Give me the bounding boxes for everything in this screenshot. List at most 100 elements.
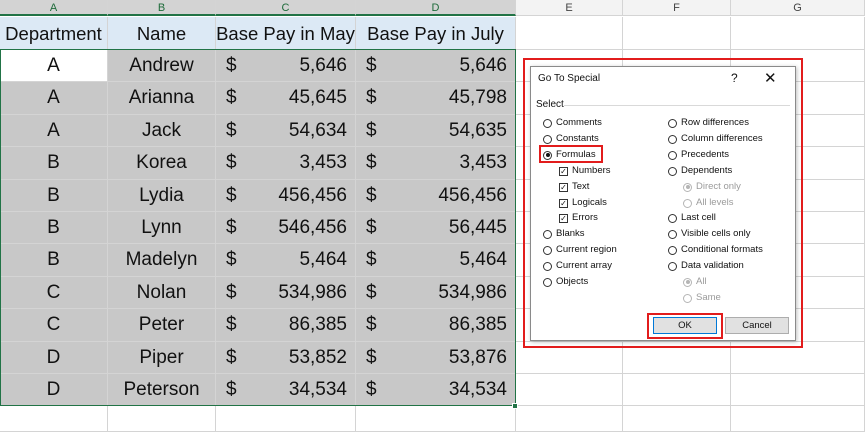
option-last-cell[interactable]: Last cell: [668, 211, 716, 225]
base-pay-may-cell[interactable]: $5,646: [216, 50, 356, 83]
name-cell[interactable]: Korea: [108, 147, 216, 180]
base-pay-may-cell[interactable]: $456,456: [216, 179, 356, 212]
column-header-c[interactable]: C: [216, 0, 356, 16]
column-header-b[interactable]: B: [108, 0, 216, 16]
department-cell[interactable]: B: [0, 147, 108, 180]
option-logicals[interactable]: ✓ Logicals: [559, 196, 607, 210]
checkbox-checked-icon[interactable]: ✓: [559, 198, 568, 208]
name-cell[interactable]: Andrew: [108, 50, 216, 83]
name-cell[interactable]: Lynn: [108, 212, 216, 245]
option-constants[interactable]: Constants: [543, 132, 599, 146]
base-pay-may-cell[interactable]: $54,634: [216, 114, 356, 148]
radio-icon[interactable]: [543, 245, 552, 255]
base-pay-may-cell[interactable]: $45,645: [216, 82, 356, 115]
radio-icon[interactable]: [668, 134, 677, 144]
department-cell[interactable]: A: [0, 50, 108, 83]
name-cell[interactable]: Arianna: [108, 82, 216, 115]
base-pay-may-cell[interactable]: $5,464: [216, 244, 356, 277]
empty-cell[interactable]: [623, 374, 731, 407]
empty-cell[interactable]: [623, 17, 731, 50]
option-text[interactable]: ✓ Text: [559, 180, 589, 194]
ok-button[interactable]: OK: [653, 317, 717, 334]
option-column-differences[interactable]: Column differences: [668, 132, 763, 146]
department-cell[interactable]: C: [0, 309, 108, 342]
radio-icon[interactable]: [668, 166, 677, 176]
base-pay-july-cell[interactable]: $456,456: [356, 179, 516, 212]
option-data-validation[interactable]: Data validation: [668, 259, 744, 273]
checkbox-checked-icon[interactable]: ✓: [559, 182, 568, 192]
department-cell[interactable]: D: [0, 374, 108, 407]
empty-cell[interactable]: [623, 406, 731, 432]
option-blanks[interactable]: Blanks: [543, 227, 585, 241]
checkbox-checked-icon[interactable]: ✓: [559, 213, 568, 223]
empty-cell[interactable]: [731, 406, 865, 432]
option-precedents[interactable]: Precedents: [668, 148, 729, 162]
empty-cell[interactable]: [356, 406, 516, 432]
base-pay-july-cell[interactable]: $34,534: [356, 374, 516, 407]
base-pay-july-cell[interactable]: $5,464: [356, 244, 516, 277]
base-pay-may-cell[interactable]: $53,852: [216, 341, 356, 374]
department-cell[interactable]: C: [0, 276, 108, 310]
option-current-region[interactable]: Current region: [543, 243, 617, 257]
option-objects[interactable]: Objects: [543, 275, 588, 289]
radio-icon[interactable]: [543, 277, 552, 287]
empty-cell[interactable]: [0, 406, 108, 432]
header-name[interactable]: Name: [108, 17, 216, 50]
base-pay-july-cell[interactable]: $534,986: [356, 276, 516, 310]
base-pay-july-cell[interactable]: $5,646: [356, 50, 516, 83]
name-cell[interactable]: Peterson: [108, 374, 216, 407]
department-cell[interactable]: A: [0, 82, 108, 115]
empty-cell[interactable]: [731, 17, 865, 50]
radio-icon[interactable]: [668, 245, 677, 255]
name-cell[interactable]: Madelyn: [108, 244, 216, 277]
column-header-d[interactable]: D: [356, 0, 516, 16]
header-base-pay-july[interactable]: Base Pay in July: [356, 17, 516, 50]
radio-icon[interactable]: [668, 118, 677, 128]
checkbox-checked-icon[interactable]: ✓: [559, 166, 568, 176]
base-pay-july-cell[interactable]: $54,635: [356, 114, 516, 148]
column-header-e[interactable]: E: [516, 0, 623, 16]
fill-handle[interactable]: [512, 403, 518, 409]
radio-icon[interactable]: [668, 261, 677, 271]
close-icon[interactable]: ✕: [764, 69, 777, 87]
department-cell[interactable]: D: [0, 341, 108, 374]
cancel-button[interactable]: Cancel: [725, 317, 789, 334]
radio-icon[interactable]: [668, 150, 677, 160]
name-cell[interactable]: Jack: [108, 114, 216, 148]
radio-icon[interactable]: [543, 229, 552, 239]
empty-cell[interactable]: [731, 374, 865, 407]
department-cell[interactable]: B: [0, 179, 108, 212]
option-dependents[interactable]: Dependents: [668, 164, 732, 178]
base-pay-may-cell[interactable]: $534,986: [216, 276, 356, 310]
name-cell[interactable]: Lydia: [108, 179, 216, 212]
option-conditional-formats[interactable]: Conditional formats: [668, 243, 763, 257]
empty-cell[interactable]: [516, 17, 623, 50]
department-cell[interactable]: A: [0, 114, 108, 148]
department-cell[interactable]: B: [0, 212, 108, 245]
help-icon[interactable]: ?: [731, 71, 738, 85]
name-cell[interactable]: Nolan: [108, 276, 216, 310]
radio-icon[interactable]: [543, 134, 552, 144]
column-header-g[interactable]: G: [731, 0, 865, 16]
base-pay-july-cell[interactable]: $45,798: [356, 82, 516, 115]
base-pay-july-cell[interactable]: $56,445: [356, 212, 516, 245]
base-pay-july-cell[interactable]: $3,453: [356, 147, 516, 180]
option-errors[interactable]: ✓ Errors: [559, 211, 598, 225]
option-numbers[interactable]: ✓ Numbers: [559, 164, 611, 178]
empty-cell[interactable]: [108, 406, 216, 432]
base-pay-may-cell[interactable]: $3,453: [216, 147, 356, 180]
base-pay-may-cell[interactable]: $34,534: [216, 374, 356, 407]
option-current-array[interactable]: Current array: [543, 259, 612, 273]
radio-icon[interactable]: [543, 261, 552, 271]
name-cell[interactable]: Piper: [108, 341, 216, 374]
option-visible-cells-only[interactable]: Visible cells only: [668, 227, 751, 241]
base-pay-july-cell[interactable]: $53,876: [356, 341, 516, 374]
name-cell[interactable]: Peter: [108, 309, 216, 342]
base-pay-july-cell[interactable]: $86,385: [356, 309, 516, 342]
header-base-pay-may[interactable]: Base Pay in May: [216, 17, 356, 50]
option-row-differences[interactable]: Row differences: [668, 116, 749, 130]
column-header-f[interactable]: F: [623, 0, 731, 16]
empty-cell[interactable]: [516, 406, 623, 432]
column-header-a[interactable]: A: [0, 0, 108, 16]
option-comments[interactable]: Comments: [543, 116, 602, 130]
